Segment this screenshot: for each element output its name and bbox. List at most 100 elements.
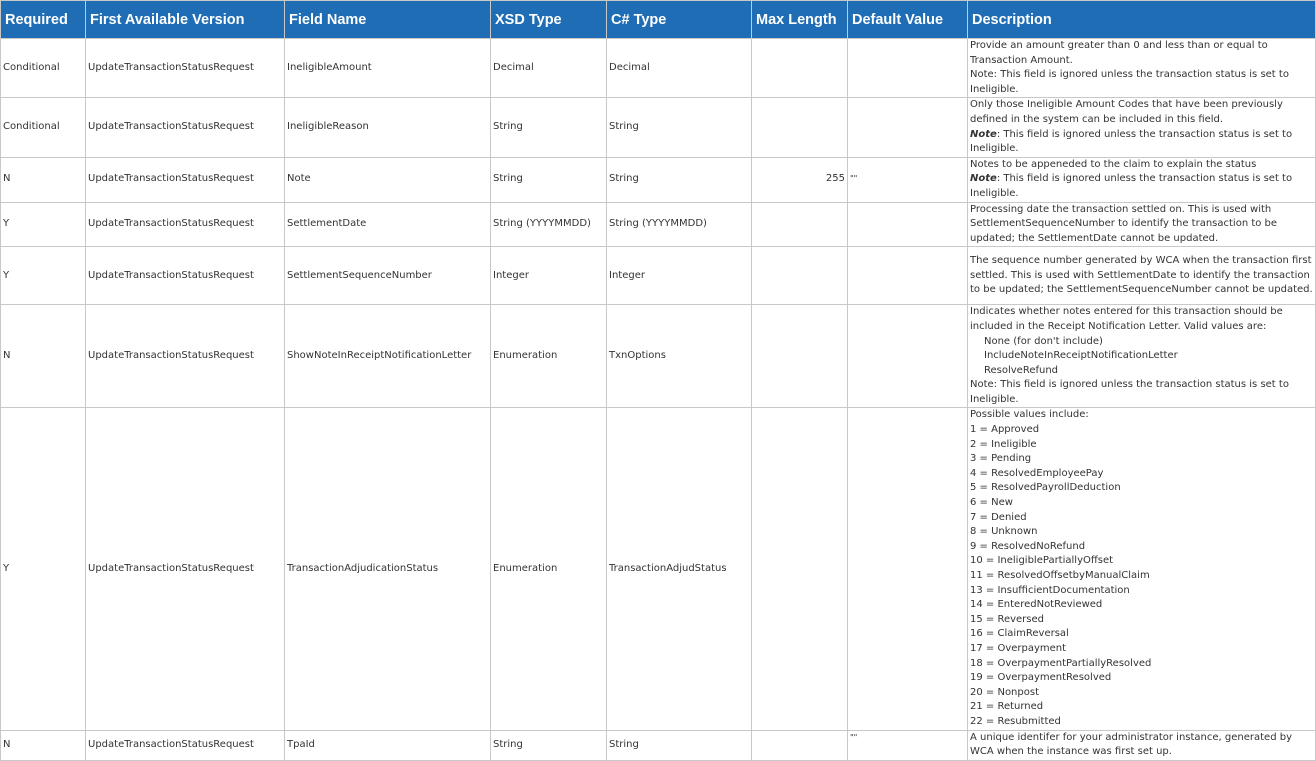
status-value: 13 = InsufficientDocumentation — [970, 584, 1130, 596]
table-row: Conditional UpdateTransactionStatusReque… — [0, 37, 1316, 99]
cell-description: Provide an amount greater than 0 and les… — [967, 37, 1316, 99]
table-row: Conditional UpdateTransactionStatusReque… — [0, 97, 1316, 158]
cell-default-value — [847, 246, 968, 306]
cell-version: UpdateTransactionStatusRequest — [85, 407, 285, 731]
header-default-value: Default Value — [847, 0, 968, 39]
option-item: ResolveRefund — [984, 364, 1059, 376]
cell-xsd-type: String — [490, 156, 607, 203]
note-text: : This field is ignored unless the trans… — [970, 173, 1293, 199]
table-row: N UpdateTransactionStatusRequest ShowNot… — [0, 304, 1316, 409]
description-text: Processing date the transaction settled … — [970, 203, 1278, 244]
cell-required: N — [0, 304, 86, 409]
status-value: 16 = ClaimReversal — [970, 628, 1069, 640]
cell-csharp-type: TransactionAdjudStatus — [606, 407, 752, 731]
cell-description: Only those Ineligible Amount Codes that … — [967, 97, 1316, 158]
cell-default-value: "" — [847, 156, 968, 203]
cell-csharp-type: String (YYYYMMDD) — [606, 201, 752, 248]
note-label: Note — [970, 173, 997, 185]
cell-max-length — [751, 407, 848, 731]
table-row: Y UpdateTransactionStatusRequest Settlem… — [0, 246, 1316, 306]
option-item: None (for don't include) — [984, 335, 1103, 347]
cell-required: Y — [0, 246, 86, 306]
cell-csharp-type: Decimal — [606, 37, 752, 99]
cell-csharp-type: Integer — [606, 246, 752, 306]
cell-xsd-type: String (YYYYMMDD) — [490, 201, 607, 248]
status-value: 21 = Returned — [970, 701, 1044, 713]
description-text: Provide an amount greater than 0 and les… — [970, 40, 1268, 66]
status-value: 7 = Denied — [970, 511, 1027, 523]
cell-version: UpdateTransactionStatusRequest — [85, 156, 285, 203]
status-value: 18 = OverpaymentPartiallyResolved — [970, 657, 1152, 669]
status-value: 19 = OverpaymentResolved — [970, 672, 1112, 684]
note-text: : This field is ignored unless the trans… — [970, 128, 1293, 155]
header-row: Required First Available Version Field N… — [0, 0, 1316, 39]
cell-version: UpdateTransactionStatusRequest — [85, 97, 285, 158]
cell-default-value — [847, 201, 968, 248]
header-required: Required — [0, 0, 86, 39]
cell-version: UpdateTransactionStatusRequest — [85, 201, 285, 248]
cell-description: Indicates whether notes entered for this… — [967, 304, 1316, 409]
cell-max-length — [751, 201, 848, 248]
status-value: 6 = New — [970, 497, 1013, 509]
cell-field-name: Note — [284, 156, 491, 203]
header-first-available-version: First Available Version — [85, 0, 285, 39]
description-note: Note: This field is ignored unless the t… — [970, 69, 1289, 95]
status-value: 11 = ResolvedOffsetbyManualClaim — [970, 570, 1150, 581]
status-value: 20 = Nonpost — [970, 686, 1039, 698]
header-xsd-type: XSD Type — [490, 0, 607, 39]
cell-max-length — [751, 37, 848, 99]
cell-field-name: SettlementDate — [284, 201, 491, 248]
description-text: Notes to be appeneded to the claim to ex… — [970, 158, 1257, 170]
description-text: Indicates whether notes entered for this… — [970, 306, 1283, 332]
cell-required: N — [0, 156, 86, 203]
cell-default-value — [847, 37, 968, 99]
cell-csharp-type: String — [606, 156, 752, 203]
field-spec-table: Required First Available Version Field N… — [0, 0, 1316, 761]
cell-required: Conditional — [0, 37, 86, 99]
cell-xsd-type: Decimal — [490, 37, 607, 99]
cell-max-length — [751, 97, 848, 158]
description-text: A unique identifer for your administrato… — [970, 731, 1292, 758]
cell-version: UpdateTransactionStatusRequest — [85, 304, 285, 409]
status-value: 10 = IneligiblePartiallyOffset — [970, 555, 1114, 567]
cell-csharp-type: TxnOptions — [606, 304, 752, 409]
description-text: The sequence number generated by WCA whe… — [970, 254, 1313, 296]
cell-xsd-type: Enumeration — [490, 304, 607, 409]
cell-xsd-type: String — [490, 97, 607, 158]
status-value: 15 = Reversed — [970, 613, 1045, 625]
cell-max-length: 255 — [751, 156, 848, 203]
table-row: Y UpdateTransactionStatusRequest Settlem… — [0, 201, 1316, 248]
status-value: 3 = Pending — [970, 453, 1032, 465]
description-note: Note: This field is ignored unless the t… — [970, 128, 1313, 157]
table-row: N UpdateTransactionStatusRequest Note St… — [0, 156, 1316, 203]
cell-field-name: SettlementSequenceNumber — [284, 246, 491, 306]
status-value: 22 = Resubmitted — [970, 715, 1061, 727]
status-value: 2 = Ineligible — [970, 438, 1037, 450]
cell-field-name: TransactionAdjudicationStatus — [284, 407, 491, 731]
cell-default-value — [847, 407, 968, 731]
table-row: Y UpdateTransactionStatusRequest Transac… — [0, 407, 1316, 731]
header-max-length: Max Length — [751, 0, 848, 39]
header-field-name: Field Name — [284, 0, 491, 39]
cell-description: The sequence number generated by WCA whe… — [967, 246, 1316, 306]
header-csharp-type: C# Type — [606, 0, 752, 39]
cell-csharp-type: String — [606, 97, 752, 158]
cell-xsd-type: Integer — [490, 246, 607, 306]
cell-version: UpdateTransactionStatusRequest — [85, 37, 285, 99]
status-value: 4 = ResolvedEmployeePay — [970, 467, 1104, 479]
cell-version: UpdateTransactionStatusRequest — [85, 246, 285, 306]
cell-description: Possible values include: 1 = Approved 2 … — [967, 407, 1316, 731]
cell-max-length — [751, 246, 848, 306]
status-value: 17 = Overpayment — [970, 642, 1067, 654]
header-description: Description — [967, 0, 1316, 39]
description-note: Note: This field is ignored unless the t… — [970, 172, 1313, 201]
cell-required: Y — [0, 407, 86, 731]
cell-description: Notes to be appeneded to the claim to ex… — [967, 156, 1316, 203]
cell-default-value — [847, 97, 968, 158]
cell-field-name: IneligibleAmount — [284, 37, 491, 99]
cell-field-name: IneligibleReason — [284, 97, 491, 158]
cell-required: Y — [0, 201, 86, 248]
cell-field-name: ShowNoteInReceiptNotificationLetter — [284, 304, 491, 409]
cell-default-value — [847, 304, 968, 409]
description-note: Note: This field is ignored unless the t… — [970, 379, 1289, 405]
